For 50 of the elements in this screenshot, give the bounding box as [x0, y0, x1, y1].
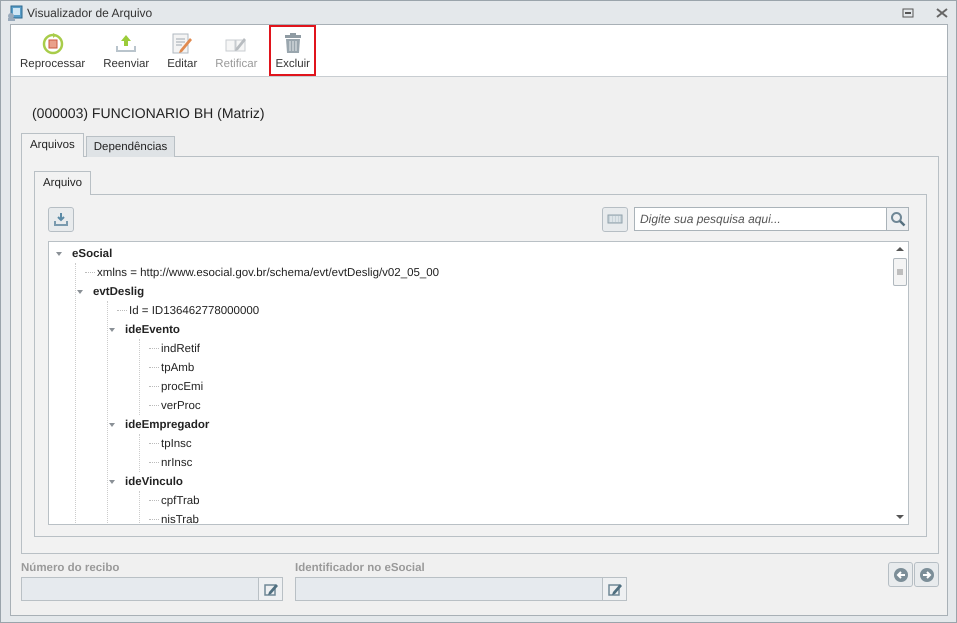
toolbar-button[interactable]: Editar	[161, 25, 204, 76]
arrow-left-icon	[892, 566, 908, 582]
tab[interactable]: Dependências	[86, 136, 176, 157]
toolbar-button[interactable]: Reenviar	[97, 25, 156, 76]
chevron-icon[interactable]	[108, 326, 116, 334]
tree-node[interactable]: nrInsc	[161, 456, 192, 468]
refresh-grid-icon	[40, 31, 65, 55]
toolbar-button[interactable]: Reprocessar	[14, 25, 92, 76]
download-icon	[53, 211, 69, 227]
search-field[interactable]: Digite sua pesquisa aqui...	[634, 207, 909, 231]
record-heading: (000003) FUNCIONARIO BH (Matriz)	[32, 105, 266, 123]
tab[interactable]: Arquivos	[21, 133, 84, 157]
tree-node[interactable]: ideVinculo	[125, 476, 183, 488]
grip-icon	[896, 269, 904, 275]
tree-node[interactable]: indRetif	[161, 342, 200, 354]
close-icon[interactable]	[936, 8, 948, 18]
chevron-icon[interactable]	[108, 420, 116, 428]
chevron-icon[interactable]	[76, 288, 84, 296]
scroll-down-icon[interactable]	[895, 513, 905, 521]
previous-button[interactable]	[888, 562, 913, 587]
search-icon	[890, 211, 906, 227]
tree-node[interactable]: nisTrab	[161, 514, 199, 524]
tree-node[interactable]: evtDeslig	[93, 286, 144, 298]
field-label: Identificador no eSocial	[295, 562, 426, 576]
tree-node[interactable]: eSocial	[72, 248, 112, 260]
tab[interactable]: Arquivo	[34, 171, 91, 195]
scroll-up-icon[interactable]	[895, 245, 905, 253]
toolbar-button[interactable]: Excluir	[269, 25, 316, 76]
tree-node[interactable]: ideEmpregador	[125, 418, 210, 430]
tree-node[interactable]: ideEvento	[125, 324, 180, 336]
field-label: Número do recibo	[21, 562, 120, 576]
chevron-icon[interactable]	[55, 250, 63, 258]
scroll-thumb[interactable]	[893, 258, 907, 286]
tree-node[interactable]: verProc	[161, 400, 201, 412]
tree-node[interactable]: xmlns = http://www.esocial.gov.br/schema/evt/evtDeslig/v02_05_00	[97, 266, 440, 278]
tree-node[interactable]: Id = ID136462778000000	[129, 304, 260, 316]
window-title: Visualizador de Arquivo	[27, 6, 152, 20]
download-button[interactable]	[48, 206, 74, 232]
tree-node[interactable]: tpInsc	[161, 438, 192, 450]
edit-document-icon	[170, 31, 194, 55]
tree-node[interactable]: procEmi	[161, 380, 204, 392]
app-icon	[7, 4, 23, 20]
tree-node[interactable]: cpfTrab	[161, 494, 200, 506]
tree-node[interactable]: tpAmb	[161, 362, 194, 374]
next-button[interactable]	[914, 562, 939, 587]
arrow-right-icon	[918, 566, 934, 582]
restore-icon[interactable]	[902, 8, 914, 18]
xml-view-button[interactable]	[602, 206, 628, 232]
chevron-icon[interactable]	[108, 478, 116, 486]
search-button[interactable]	[886, 208, 908, 230]
